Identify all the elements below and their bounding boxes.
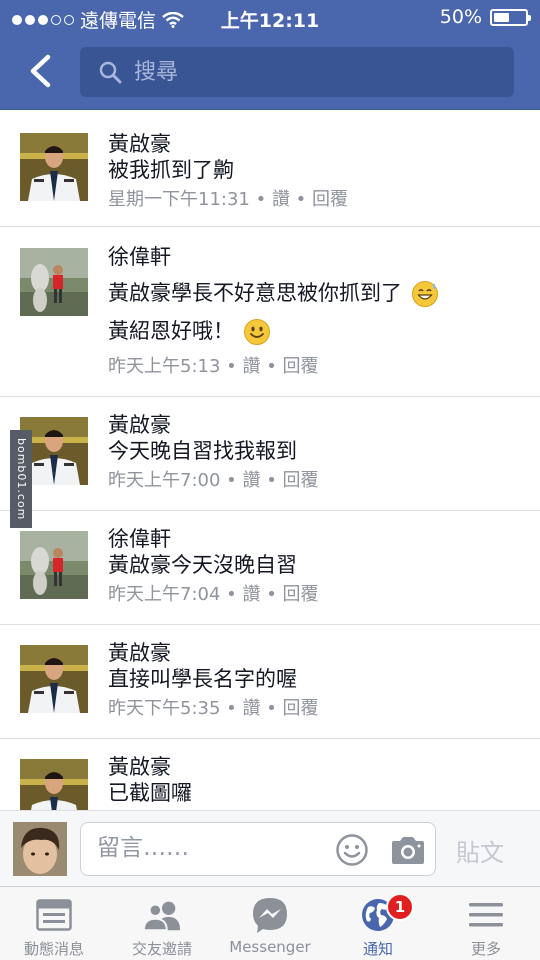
tab-friend-requests[interactable]: 交友邀請: [108, 887, 216, 960]
news-feed-icon: [36, 899, 72, 931]
comment-text: 今天晚自習找我報到: [108, 439, 297, 463]
comment-list[interactable]: 黃啟豪 被我抓到了齁 星期一下午11:31 • 讚 • 回覆 徐偉軒 黃啟豪學長…: [0, 110, 540, 810]
tab-label: 更多: [470, 940, 501, 958]
tab-messenger[interactable]: Messenger: [216, 887, 324, 960]
reply-link[interactable]: 回覆: [283, 470, 319, 491]
like-link[interactable]: 讚: [242, 470, 260, 491]
tab-notifications[interactable]: 1 通知: [324, 887, 432, 960]
comment-author[interactable]: 徐偉軒: [108, 244, 530, 270]
menu-icon: [469, 903, 503, 927]
comment-meta: 昨天上午7:04 • 讚 • 回覆: [108, 584, 319, 605]
outdoor-avatar-image: [20, 248, 88, 316]
comment-item: 黃啟豪 被我抓到了齁 星期一下午11:31 • 讚 • 回覆: [0, 110, 540, 227]
user-avatar[interactable]: [20, 531, 88, 599]
comment-text: 黃紹恩好哦！: [108, 319, 234, 343]
comment-author[interactable]: 徐偉軒: [108, 526, 530, 552]
comment-text: 黃啟豪今天沒晚自習: [108, 553, 297, 577]
comment-author[interactable]: 黃啟豪: [108, 754, 530, 780]
messenger-icon: [253, 898, 287, 933]
comment-item: 黃啟豪 已截圖囉: [0, 739, 540, 810]
comment-composer: 貼文: [0, 810, 540, 886]
comment-author[interactable]: 黃啟豪: [108, 640, 530, 666]
user-avatar[interactable]: [20, 645, 88, 713]
battery-icon: [490, 8, 531, 26]
site-watermark: bomb01.com: [10, 430, 32, 528]
my-avatar: [13, 822, 67, 876]
like-link[interactable]: 讚: [242, 584, 260, 605]
uniform-avatar-image: [20, 645, 88, 713]
battery-percent: 50%: [439, 6, 482, 28]
comment-time: 昨天上午7:04: [108, 584, 221, 605]
reply-link[interactable]: 回覆: [283, 698, 319, 719]
comment-meta: 昨天下午5:35 • 讚 • 回覆: [108, 698, 319, 719]
camera-icon[interactable]: [389, 833, 427, 867]
battery-fill: [494, 12, 509, 22]
back-button[interactable]: [20, 50, 60, 92]
search-icon: [99, 61, 122, 84]
tab-label: Messenger: [229, 938, 311, 956]
tab-more[interactable]: 更多: [432, 887, 540, 960]
notification-badge: 1: [386, 893, 414, 921]
comment-item: 徐偉軒 黃啟豪學長不好意思被你抓到了 黃紹恩好哦！ 昨天上午5:13 • 讚 •…: [0, 227, 540, 397]
tab-label: 通知: [362, 940, 393, 958]
tab-news-feed[interactable]: 動態消息: [0, 887, 108, 960]
comment-time: 星期一下午11:31: [108, 189, 250, 210]
search-bar[interactable]: [80, 47, 514, 97]
comment-item: 黃啟豪 直接叫學長名字的喔 昨天下午5:35 • 讚 • 回覆: [0, 625, 540, 739]
comment-time: 昨天下午5:35: [108, 698, 221, 719]
status-bar: 遠傳電信 上午12:11 50%: [0, 0, 540, 36]
comment-text: 直接叫學長名字的喔: [108, 667, 297, 691]
reply-link[interactable]: 回覆: [283, 356, 319, 377]
smiley-icon[interactable]: [335, 833, 369, 867]
bottom-tab-bar: 動態消息 交友邀請 Messenger 1 通知 更多: [0, 886, 540, 960]
comment-text: 黃啟豪學長不好意思被你抓到了: [108, 281, 402, 305]
comment-item: 黃啟豪 今天晚自習找我報到 昨天上午7:00 • 讚 • 回覆: [0, 397, 540, 511]
comment-author[interactable]: 黃啟豪: [108, 131, 530, 157]
chevron-left-icon: [30, 54, 51, 88]
comment-meta: 昨天上午7:00 • 讚 • 回覆: [108, 470, 319, 491]
search-input[interactable]: [134, 59, 494, 85]
comment-time: 昨天上午7:00: [108, 470, 221, 491]
comment-text: 被我抓到了齁: [108, 158, 234, 182]
user-avatar[interactable]: [20, 248, 88, 316]
reply-link[interactable]: 回覆: [312, 189, 348, 210]
tab-label: 動態消息: [23, 940, 84, 958]
smile-emoji: [243, 319, 270, 345]
like-link[interactable]: 讚: [242, 698, 260, 719]
like-link[interactable]: 讚: [242, 356, 260, 377]
top-header: 遠傳電信 上午12:11 50%: [0, 0, 540, 110]
status-right: 50%: [439, 6, 531, 28]
comment-time: 昨天上午5:13: [108, 356, 221, 377]
comment-text: 已截圖囉: [108, 781, 192, 805]
post-button[interactable]: 貼文: [456, 833, 504, 868]
friend-requests-icon: [142, 901, 181, 931]
comment-input-box[interactable]: [80, 822, 436, 876]
comment-item: 徐偉軒 黃啟豪今天沒晚自習 昨天上午7:04 • 讚 • 回覆: [0, 511, 540, 625]
outdoor-avatar-image: [20, 531, 88, 599]
user-avatar[interactable]: [20, 759, 88, 810]
comment-author[interactable]: 黃啟豪: [108, 412, 530, 438]
like-link[interactable]: 讚: [272, 189, 290, 210]
reply-link[interactable]: 回覆: [283, 584, 319, 605]
uniform-avatar-image: [20, 759, 88, 810]
comment-meta: 昨天上午5:13 • 讚 • 回覆: [108, 356, 319, 377]
sweat-smile-emoji: [411, 281, 438, 307]
user-avatar[interactable]: [20, 133, 88, 201]
comment-meta: 星期一下午11:31 • 讚 • 回覆: [108, 189, 348, 210]
comment-input[interactable]: [97, 835, 317, 861]
uniform-avatar-image: [20, 133, 88, 201]
tab-label: 交友邀請: [131, 940, 192, 958]
